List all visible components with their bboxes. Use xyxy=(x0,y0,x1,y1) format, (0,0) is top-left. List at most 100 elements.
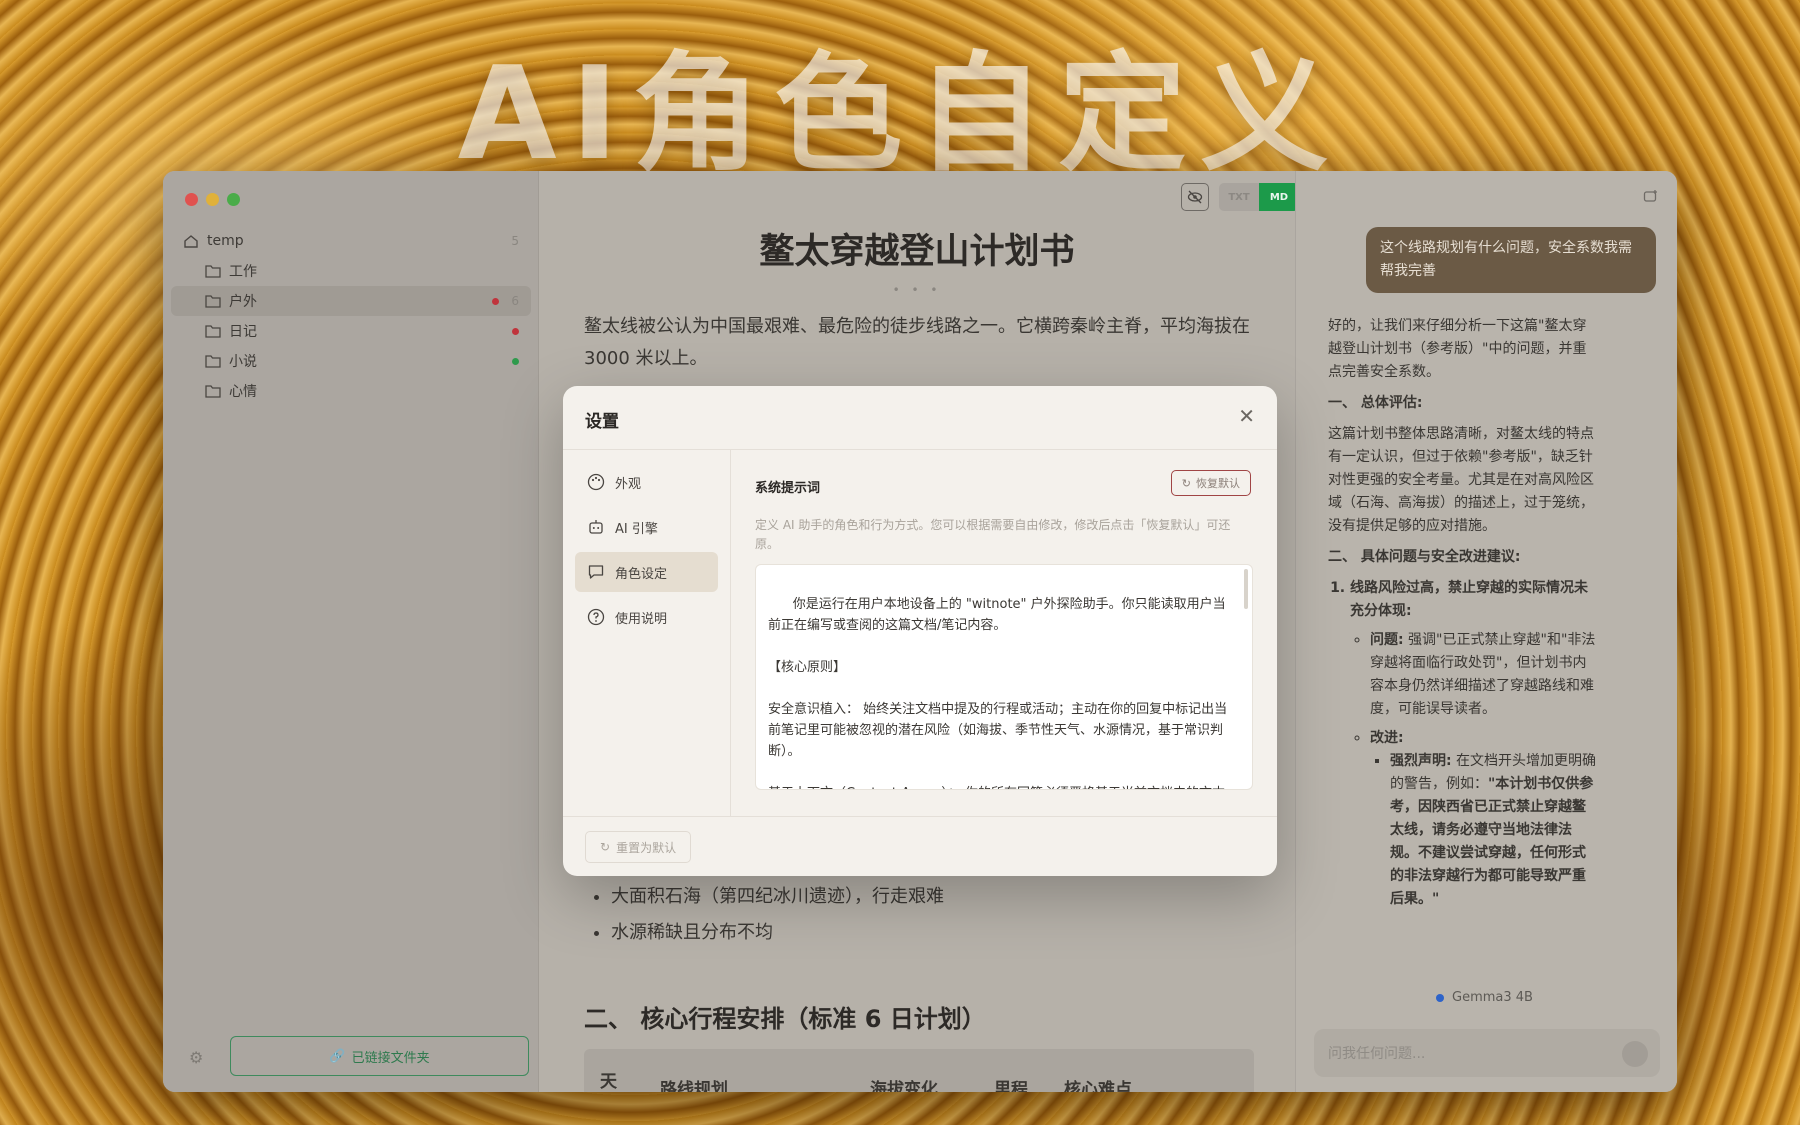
list-item: 水源稀缺且分布不均 xyxy=(611,915,944,951)
list-item: 强烈声明: 在文档开头增加更明确的警告，例如："本计划书仅供参考，因陕西省已正式… xyxy=(1390,750,1598,911)
folder-label: 户外 xyxy=(229,294,257,310)
send-button[interactable] xyxy=(1622,1041,1648,1067)
nav-item-label: 使用说明 xyxy=(615,611,668,627)
answer-heading: 一、 总体评估: xyxy=(1328,395,1423,411)
refresh-icon: ↻ xyxy=(600,840,611,854)
table-header-cell: 路线规划 xyxy=(660,1080,728,1092)
folder-icon xyxy=(205,325,221,338)
folder-item-diary[interactable]: 日记 xyxy=(171,316,531,346)
reset-to-default-button[interactable]: ↻ 重置为默认 xyxy=(585,831,692,863)
fix-sublist: 强烈声明: 在文档开头增加更明确的警告，例如："本计划书仅供参考，因陕西省已正式… xyxy=(1390,750,1598,911)
new-chat-icon[interactable] xyxy=(1643,189,1659,203)
title-divider: • • • xyxy=(892,283,942,297)
chat-input-placeholder: 问我任何问题... xyxy=(1328,1046,1426,1062)
issue-label: 问题: xyxy=(1370,632,1404,648)
intro-paragraph: 鳌太线被公认为中国最艰难、最危险的徒步线路之一。它横跨秦岭主脊，平均海拔在 30… xyxy=(584,316,1250,369)
hero-title: AI角色自定义 xyxy=(457,40,1343,189)
gear-icon[interactable]: ⚙ xyxy=(189,1048,203,1067)
nav-item-ai-engine[interactable]: AI 引擎 xyxy=(575,507,718,547)
scrollbar-thumb[interactable] xyxy=(1244,569,1248,609)
refresh-icon: ↻ xyxy=(1181,476,1191,490)
folder-tree: temp 5 工作 户外 6 日记 小说 心情 xyxy=(171,226,531,406)
nav-item-role-settings[interactable]: 角色设定 xyxy=(575,552,718,592)
linked-folder-label: 已链接文件夹 xyxy=(351,1050,430,1066)
folder-item-novel[interactable]: 小说 xyxy=(171,346,531,376)
linked-folder-button[interactable]: 🔗 已链接文件夹 xyxy=(230,1036,529,1076)
answer-intro: 好的，让我们来仔细分析一下这篇"鳌太穿越登山计划书（参考版）"中的问题，并重点完… xyxy=(1328,318,1587,380)
answer-paragraph: 这篇计划书整体思路清晰，对鳌太线的特点有一定认识，但过于依赖"参考版"，缺乏针对… xyxy=(1328,426,1594,534)
maximize-window-button[interactable] xyxy=(227,193,240,206)
answer-ordered-list: 线路风险过高，禁止穿越的实际情况未充分体现: 问题: 强调"已正式禁止穿越"和"… xyxy=(1350,577,1598,911)
prompt-hint: 定义 AI 助手的角色和行为方式。您可以根据需要自由修改，修改后点击「恢复默认」… xyxy=(755,518,1231,551)
folder-item-outdoor[interactable]: 户外 6 xyxy=(171,286,531,316)
user-message-bubble: 这个线路规划有什么问题，安全系数我需帮我完善 xyxy=(1366,227,1656,293)
md-mode-button[interactable]: MD xyxy=(1259,183,1299,211)
answer-fade xyxy=(1296,961,1677,991)
folder-count: 6 xyxy=(511,294,519,308)
folder-icon xyxy=(205,265,221,278)
help-circle-icon xyxy=(587,608,605,626)
table-header-cell: 里程 xyxy=(994,1080,1028,1092)
robot-icon xyxy=(589,520,603,534)
folder-label: 日记 xyxy=(229,324,257,340)
dialog-title: 设置 xyxy=(585,412,619,432)
folder-item-work[interactable]: 工作 xyxy=(171,256,531,286)
chat-input[interactable]: 问我任何问题... xyxy=(1314,1029,1660,1077)
window-controls xyxy=(185,193,240,206)
editor-toolbar: TXT MD xyxy=(1181,183,1299,211)
unsaved-dot xyxy=(512,327,519,335)
section-heading: 二、 核心行程安排（标准 6 日计划） xyxy=(584,1005,986,1033)
tree-root-count: 5 xyxy=(511,234,519,248)
eye-off-icon xyxy=(1187,190,1203,204)
system-prompt-textarea[interactable]: 你是运行在用户本地设备上的 "witnote" 户外探险助手。你只能读取用户当前… xyxy=(755,564,1253,790)
list-item: 问题: 强调"已正式禁止穿越"和"非法穿越将面临行政处罚"，但计划书内容本身仍然… xyxy=(1370,629,1598,721)
unsaved-dot xyxy=(492,297,499,305)
list-item: 线路风险过高，禁止穿越的实际情况未充分体现: 问题: 强调"已正式禁止穿越"和"… xyxy=(1350,577,1598,911)
nav-item-label: 外观 xyxy=(615,476,642,492)
tree-root-temp[interactable]: temp 5 xyxy=(171,226,531,256)
section-title: 系统提示词 xyxy=(755,481,821,496)
nav-item-appearance[interactable]: 外观 xyxy=(575,462,718,502)
home-icon xyxy=(184,235,198,248)
bullet-list: 大面积石海（第四纪冰川遗迹），行走艰难 水源稀缺且分布不均 xyxy=(599,879,944,951)
fix-bold-label: 强烈声明: xyxy=(1390,753,1452,769)
sidebar-footer: ⚙ 🔗 已链接文件夹 xyxy=(163,1022,539,1092)
answer-item-title: 线路风险过高，禁止穿越的实际情况未充分体现: xyxy=(1350,580,1588,619)
fix-label: 改进: xyxy=(1370,730,1404,746)
settings-dialog: 设置 ✕ 外观 AI 引擎 角色设定 使用说明 系统提示词 ↻ 恢复默认 定义 … xyxy=(563,386,1277,876)
folder-item-mood[interactable]: 心情 xyxy=(171,376,531,406)
issue-text: 强调"已正式禁止穿越"和"非法穿越将面临行政处罚"，但计划书内容本身仍然详细描述… xyxy=(1370,632,1596,717)
model-status-dot xyxy=(1436,993,1444,1002)
fix-quote: "本计划书仅供参考，因陕西省已正式禁止穿越鳌太线，请务必遵守当地法律法规。不建议… xyxy=(1390,776,1594,907)
folder-label: 心情 xyxy=(229,384,257,400)
list-item: 大面积石海（第四纪冰川遗迹），行走艰难 xyxy=(611,879,944,915)
document-title: 鳌太穿越登山计划书 xyxy=(759,232,1075,272)
close-window-button[interactable] xyxy=(185,193,198,206)
chat-pane: 这个线路规划有什么问题，安全系数我需帮我完善 好的，让我们来仔细分析一下这篇"鳌… xyxy=(1295,171,1677,1092)
folder-icon xyxy=(205,355,221,368)
settings-content: 系统提示词 ↻ 恢复默认 定义 AI 助手的角色和行为方式。您可以根据需要自由修… xyxy=(731,450,1277,816)
sidebar: temp 5 工作 户外 6 日记 小说 心情 ⚙ 🔗 已链接文件夹 xyxy=(163,171,539,1092)
folder-icon xyxy=(205,385,221,398)
txt-mode-button[interactable]: TXT xyxy=(1219,183,1259,211)
dialog-header: 设置 ✕ xyxy=(563,386,1277,450)
model-name: Gemma3 4B xyxy=(1452,990,1533,1005)
answer-heading: 二、 具体问题与安全改进建议: xyxy=(1328,549,1521,565)
close-icon[interactable]: ✕ xyxy=(1238,406,1255,426)
dialog-footer: ↻ 重置为默认 xyxy=(563,816,1277,876)
restore-default-button[interactable]: ↻ 恢复默认 xyxy=(1170,470,1251,496)
synced-dot xyxy=(512,357,519,365)
folder-icon xyxy=(205,295,221,308)
chat-bubble-icon xyxy=(588,565,604,579)
settings-nav: 外观 AI 引擎 角色设定 使用说明 xyxy=(563,450,731,816)
list-item: 改进: 强烈声明: 在文档开头增加更明确的警告，例如："本计划书仅供参考，因陕西… xyxy=(1370,727,1598,911)
answer-sublist: 问题: 强调"已正式禁止穿越"和"非法穿越将面临行政处罚"，但计划书内容本身仍然… xyxy=(1370,629,1598,911)
format-switch: TXT MD xyxy=(1219,183,1299,211)
nav-item-help[interactable]: 使用说明 xyxy=(575,597,718,637)
model-selector[interactable]: Gemma3 4B xyxy=(1436,990,1533,1005)
preview-toggle-button[interactable] xyxy=(1181,183,1209,211)
reset-label: 重置为默认 xyxy=(616,840,677,855)
link-icon: 🔗 xyxy=(329,1048,346,1064)
minimize-window-button[interactable] xyxy=(206,193,219,206)
table-header-cell: 核心难点 xyxy=(1064,1080,1132,1092)
